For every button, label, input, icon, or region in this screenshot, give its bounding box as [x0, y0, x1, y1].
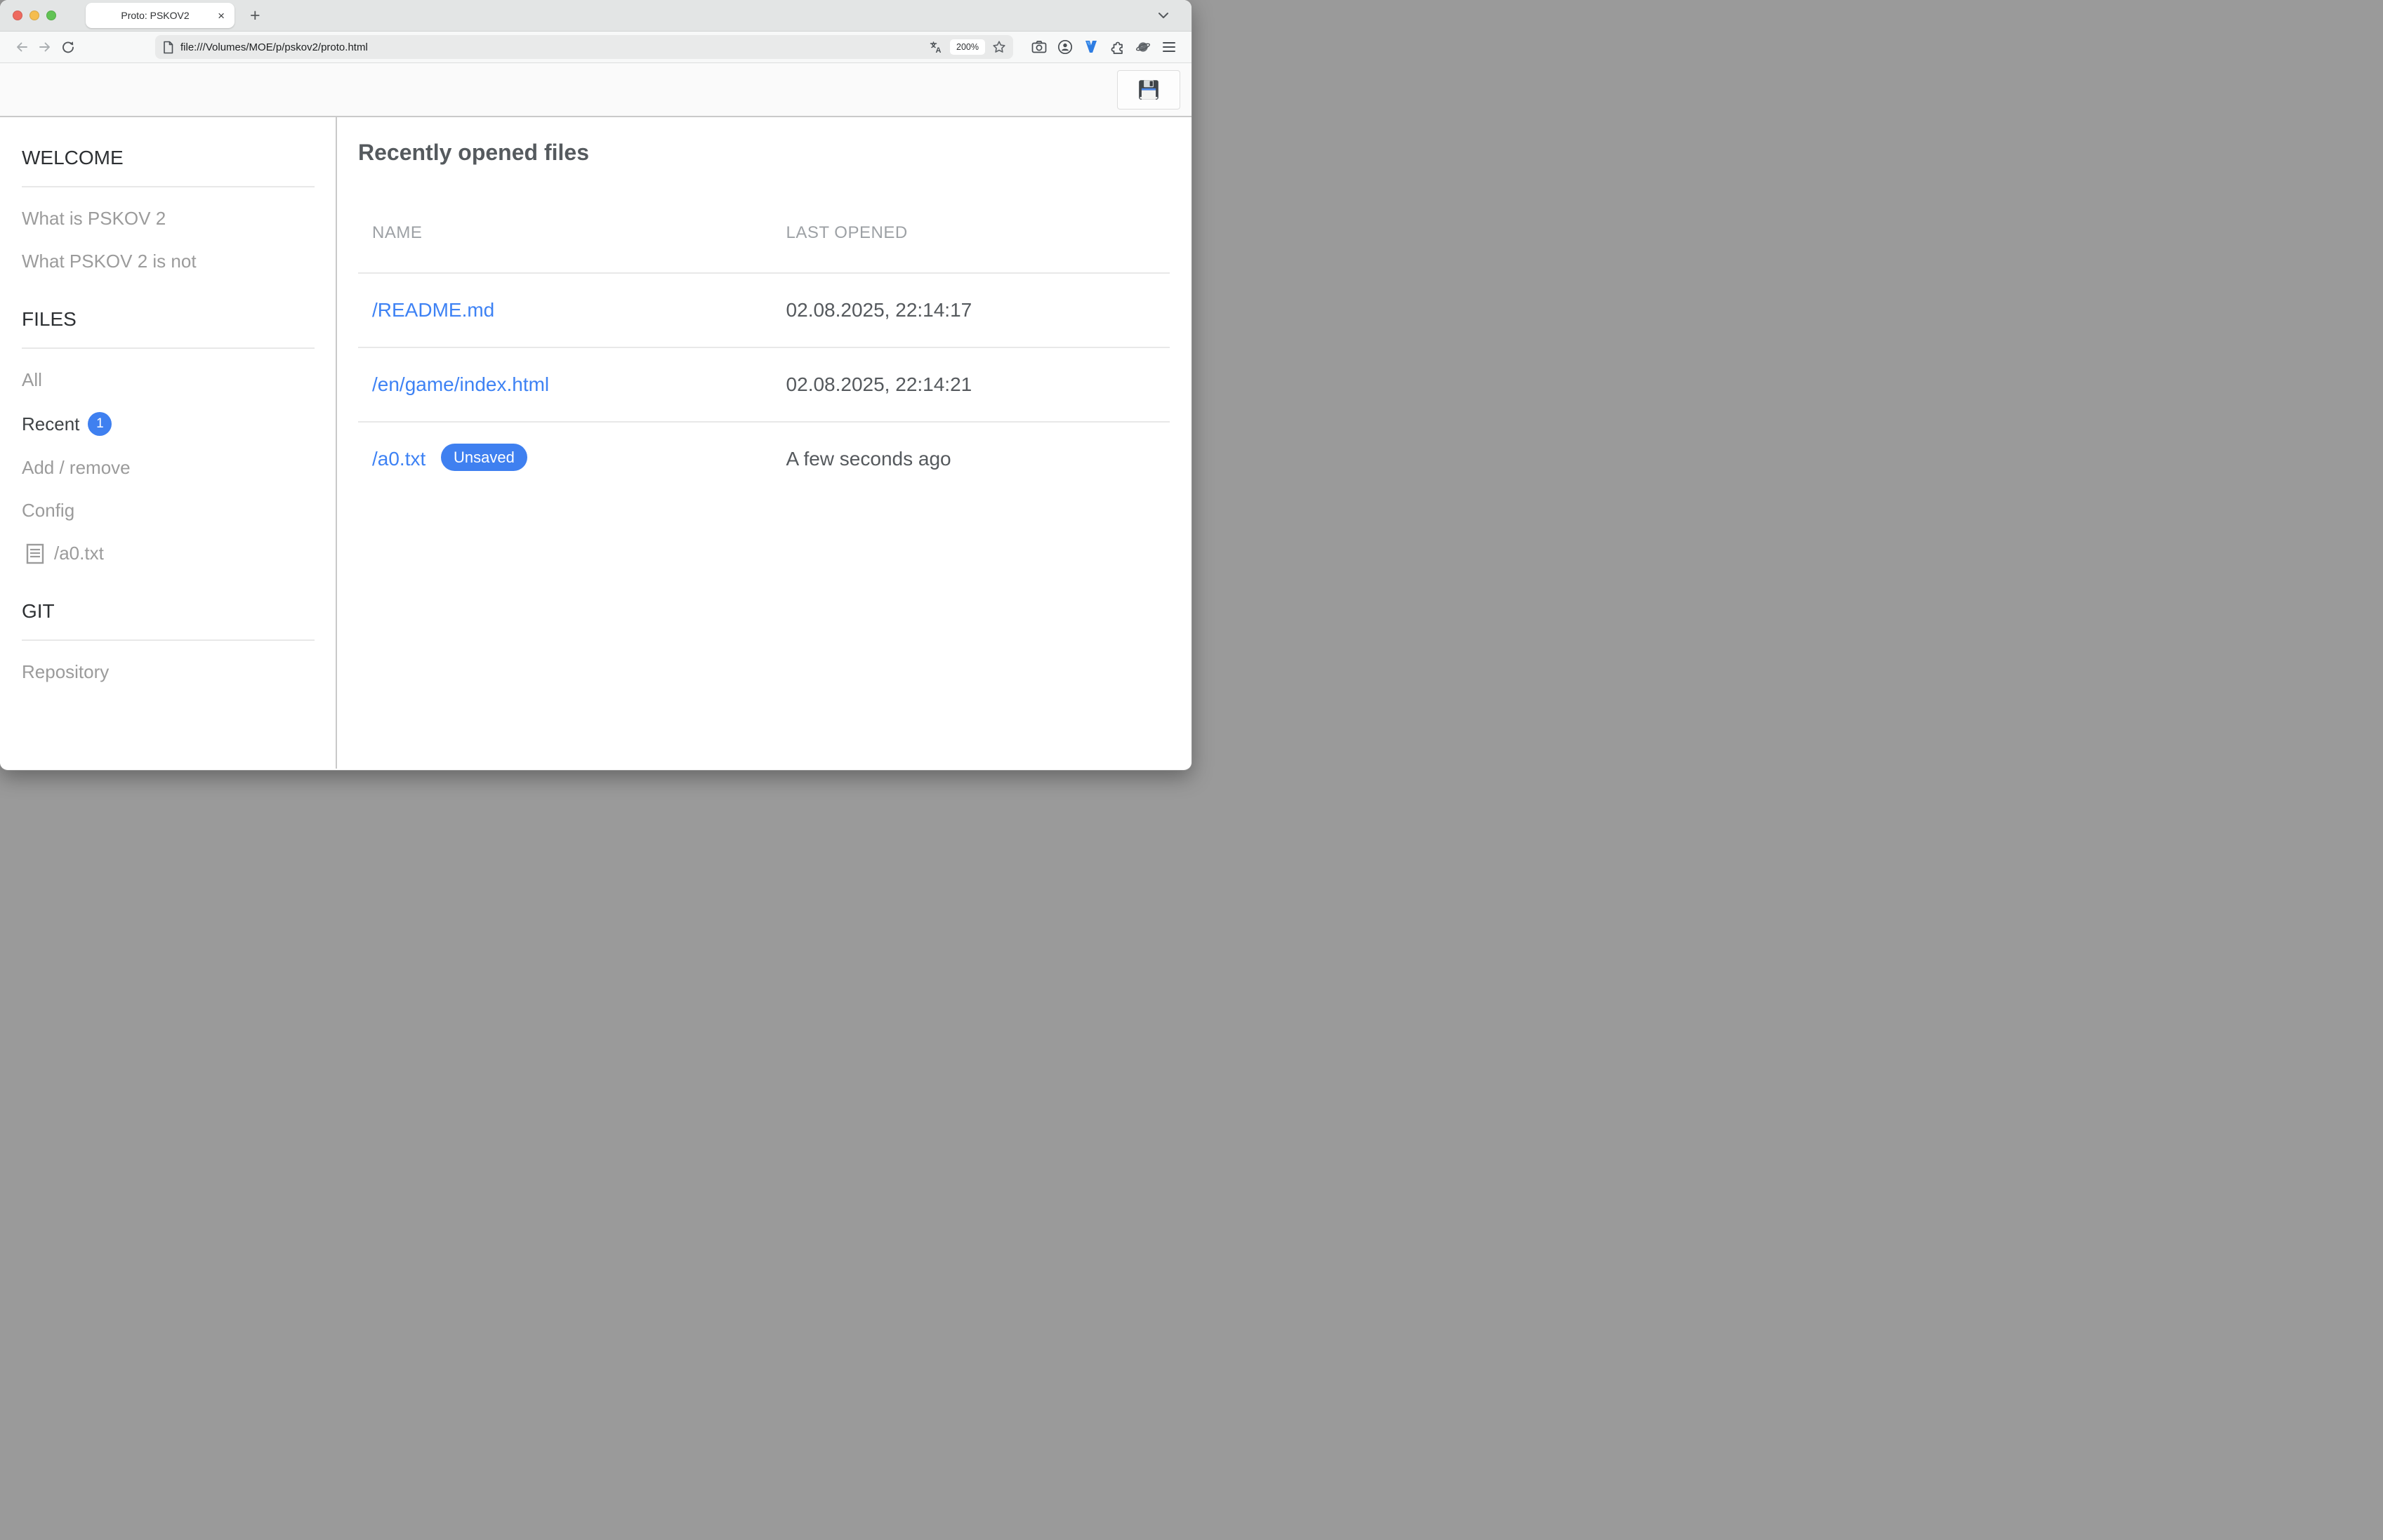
- table-row: /a0.txt Unsaved A few seconds ago: [358, 422, 1170, 496]
- sidebar-item-config[interactable]: Config: [22, 489, 315, 532]
- column-header-last-opened: LAST OPENED: [772, 206, 1170, 273]
- sidebar-item-a0-file[interactable]: /a0.txt: [22, 532, 315, 575]
- toolbar-icons: [1026, 39, 1182, 55]
- sidebar-item-label: Config: [22, 500, 74, 522]
- sidebar-item-add-remove[interactable]: Add / remove: [22, 446, 315, 489]
- sidebar-item-label: What PSKOV 2 is not: [22, 251, 197, 272]
- document-icon: [26, 543, 44, 564]
- sidebar-item-label: Repository: [22, 661, 109, 683]
- zoom-window-button[interactable]: [46, 11, 56, 20]
- section-title: FILES: [22, 308, 315, 331]
- sidebar-item-label: Recent: [22, 413, 79, 435]
- page-file-icon: [162, 41, 174, 54]
- puzzle-extension-icon[interactable]: [1104, 39, 1130, 55]
- url-input[interactable]: file:///Volumes/MOE/p/pskov2/proto.html: [180, 41, 929, 53]
- screenshot-camera-icon[interactable]: [1026, 40, 1052, 54]
- translate-icon[interactable]: A: [929, 40, 943, 54]
- sidebar-item-label: Add / remove: [22, 457, 131, 479]
- save-button[interactable]: [1117, 70, 1180, 109]
- sidebar-item-label: /a0.txt: [54, 543, 104, 564]
- sidebar-item-all[interactable]: All: [22, 359, 315, 401]
- unsaved-badge: Unsaved: [441, 444, 527, 471]
- v-extension-icon[interactable]: [1078, 39, 1104, 55]
- divider: [22, 347, 315, 349]
- close-window-button[interactable]: [13, 11, 22, 20]
- tab-overview-chevron-icon[interactable]: [1156, 8, 1170, 22]
- sidebar-item-what-is-pskov2[interactable]: What is PSKOV 2: [22, 197, 315, 240]
- column-header-name: NAME: [358, 206, 772, 273]
- last-opened-value: 02.08.2025, 22:14:17: [772, 273, 1170, 347]
- profile-account-icon[interactable]: [1052, 39, 1078, 55]
- section-title: GIT: [22, 600, 315, 623]
- recent-count-badge: 1: [88, 412, 112, 436]
- file-link-index-html[interactable]: /en/game/index.html: [372, 373, 549, 395]
- sidebar-section-git: GIT Repository: [22, 600, 315, 693]
- page-content: WELCOME What is PSKOV 2 What PSKOV 2 is …: [0, 117, 1192, 769]
- planet-extension-icon[interactable]: [1130, 39, 1156, 55]
- close-tab-icon[interactable]: ×: [216, 10, 226, 22]
- recent-files-table: NAME LAST OPENED /README.md 02.08.2025, …: [358, 206, 1170, 496]
- sidebar-item-label: What is PSKOV 2: [22, 208, 166, 230]
- back-button[interactable]: [10, 40, 33, 54]
- main-panel: Recently opened files NAME LAST OPENED /…: [337, 117, 1192, 769]
- url-bar[interactable]: file:///Volumes/MOE/p/pskov2/proto.html …: [155, 35, 1013, 59]
- divider: [22, 639, 315, 641]
- browser-window: Proto: PSKOV2 × + file:///Volumes/MOE/p/…: [0, 0, 1192, 770]
- svg-text:A: A: [936, 46, 942, 54]
- last-opened-value: A few seconds ago: [772, 422, 1170, 496]
- file-link-a0-txt[interactable]: /a0.txt: [372, 448, 425, 470]
- page-title: Recently opened files: [358, 140, 1170, 166]
- new-tab-button[interactable]: +: [250, 7, 260, 25]
- table-row: /en/game/index.html 02.08.2025, 22:14:21: [358, 347, 1170, 422]
- reload-button[interactable]: [56, 40, 79, 54]
- sidebar-section-files: FILES All Recent 1 Add / remove Config: [22, 308, 315, 575]
- page-header: [0, 63, 1192, 117]
- sidebar: WELCOME What is PSKOV 2 What PSKOV 2 is …: [0, 117, 337, 769]
- navigation-toolbar: file:///Volumes/MOE/p/pskov2/proto.html …: [0, 32, 1192, 63]
- file-link-readme[interactable]: /README.md: [372, 299, 494, 321]
- forward-button[interactable]: [33, 40, 56, 54]
- traffic-lights: [13, 11, 56, 20]
- browser-tab[interactable]: Proto: PSKOV2 ×: [86, 3, 235, 28]
- sidebar-section-welcome: WELCOME What is PSKOV 2 What PSKOV 2 is …: [22, 147, 315, 283]
- sidebar-item-recent[interactable]: Recent 1: [22, 401, 315, 446]
- sidebar-item-repository[interactable]: Repository: [22, 651, 315, 693]
- tab-bar: Proto: PSKOV2 × +: [0, 0, 1192, 32]
- sidebar-item-what-pskov2-is-not[interactable]: What PSKOV 2 is not: [22, 240, 315, 283]
- last-opened-value: 02.08.2025, 22:14:21: [772, 347, 1170, 422]
- sidebar-item-label: All: [22, 369, 42, 391]
- table-row: /README.md 02.08.2025, 22:14:17: [358, 273, 1170, 347]
- menu-hamburger-icon[interactable]: [1156, 41, 1182, 53]
- minimize-window-button[interactable]: [29, 11, 39, 20]
- tab-title: Proto: PSKOV2: [94, 10, 216, 21]
- bookmark-star-icon[interactable]: [992, 40, 1006, 54]
- section-title: WELCOME: [22, 147, 315, 169]
- divider: [22, 186, 315, 187]
- floppy-disk-icon: [1137, 78, 1161, 102]
- zoom-level-button[interactable]: 200%: [950, 39, 985, 55]
